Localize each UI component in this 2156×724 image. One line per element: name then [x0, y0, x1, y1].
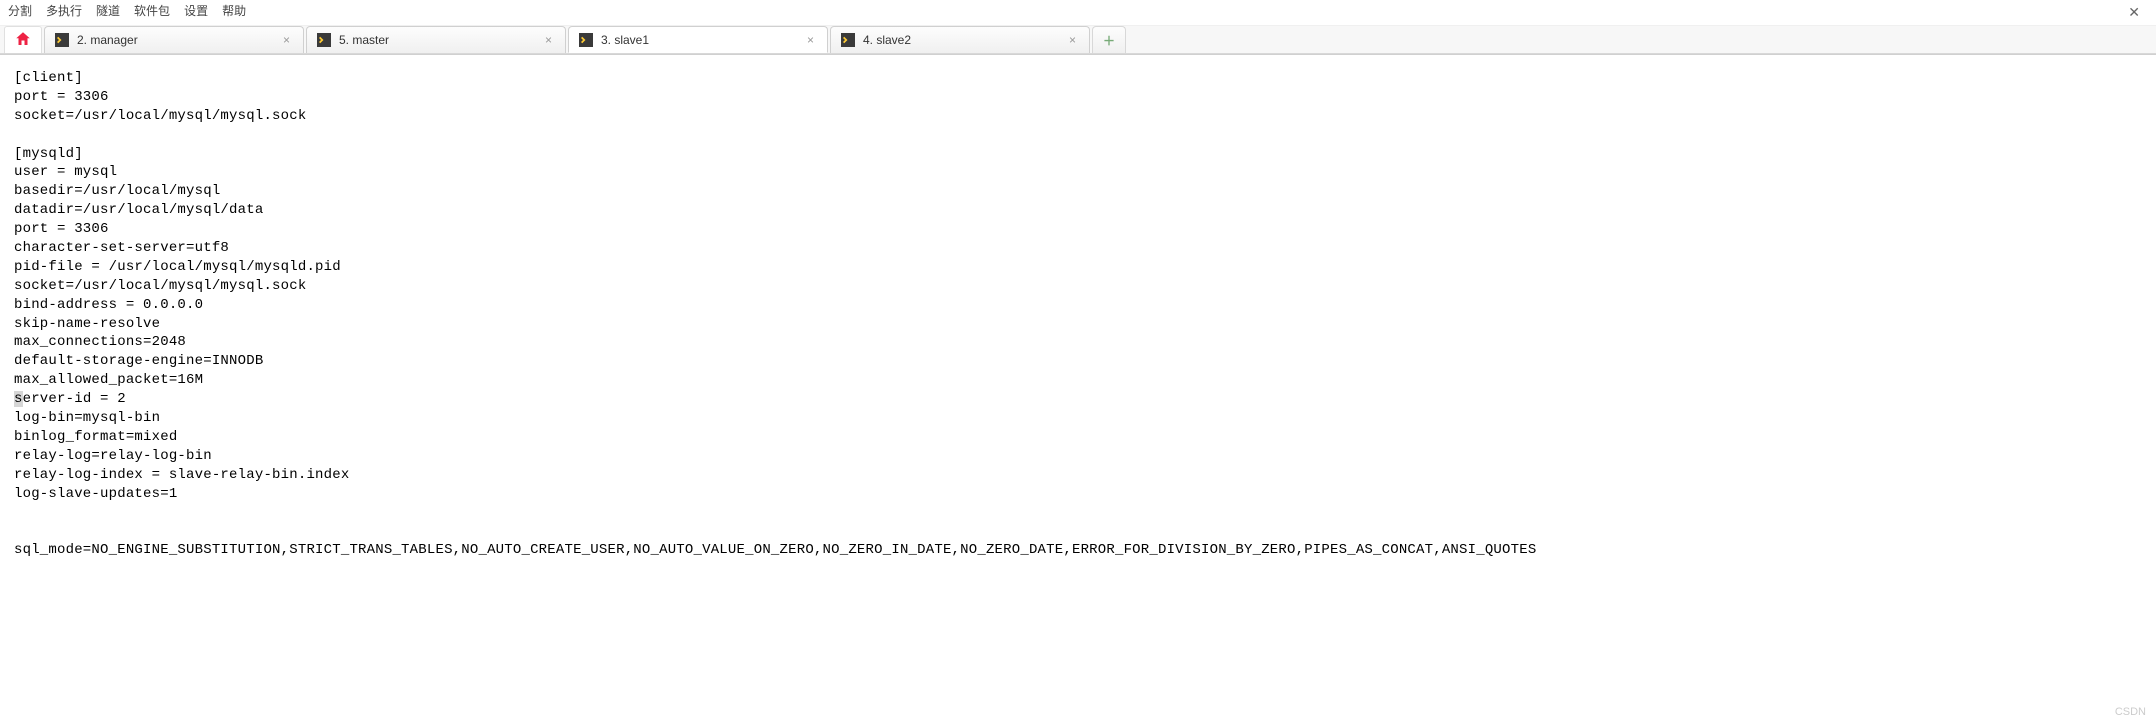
tab-label: 5. master [339, 33, 534, 47]
tab-manager[interactable]: 2. manager × [44, 26, 304, 53]
terminal-icon [841, 33, 855, 47]
menu-item[interactable]: 分割 [8, 2, 32, 23]
terminal-icon [317, 33, 331, 47]
tab-slave2[interactable]: 4. slave2 × [830, 26, 1090, 53]
plus-icon: ＋ [1103, 32, 1115, 49]
menu-item[interactable]: 隧道 [96, 2, 120, 23]
terminal-icon [579, 33, 593, 47]
tab-label: 2. manager [77, 33, 272, 47]
tab-bar: 2. manager × 5. master × 3. slave1 × 4. … [0, 26, 2156, 54]
window-close-button[interactable]: ✕ [2120, 2, 2148, 23]
menu-item[interactable]: 设置 [184, 2, 208, 23]
close-icon[interactable]: × [280, 33, 293, 47]
tab-slave1[interactable]: 3. slave1 × [568, 26, 828, 53]
menu-bar: 分割 多执行 隧道 软件包 设置 帮助 ✕ [0, 0, 2156, 26]
close-icon[interactable]: × [804, 33, 817, 47]
tab-master[interactable]: 5. master × [306, 26, 566, 53]
home-icon [14, 30, 32, 51]
watermark: CSDN [2115, 706, 2146, 718]
tab-label: 4. slave2 [863, 33, 1058, 47]
tab-label: 3. slave1 [601, 33, 796, 47]
close-icon[interactable]: × [542, 33, 555, 47]
terminal-icon [55, 33, 69, 47]
menu-item[interactable]: 帮助 [222, 2, 246, 23]
menu-item[interactable]: 多执行 [46, 2, 82, 23]
add-tab-button[interactable]: ＋ [1092, 26, 1126, 53]
menu-item[interactable]: 软件包 [134, 2, 170, 23]
editor-content[interactable]: [client] port = 3306 socket=/usr/local/m… [0, 55, 2156, 568]
home-button[interactable] [4, 26, 42, 53]
close-icon[interactable]: × [1066, 33, 1079, 47]
